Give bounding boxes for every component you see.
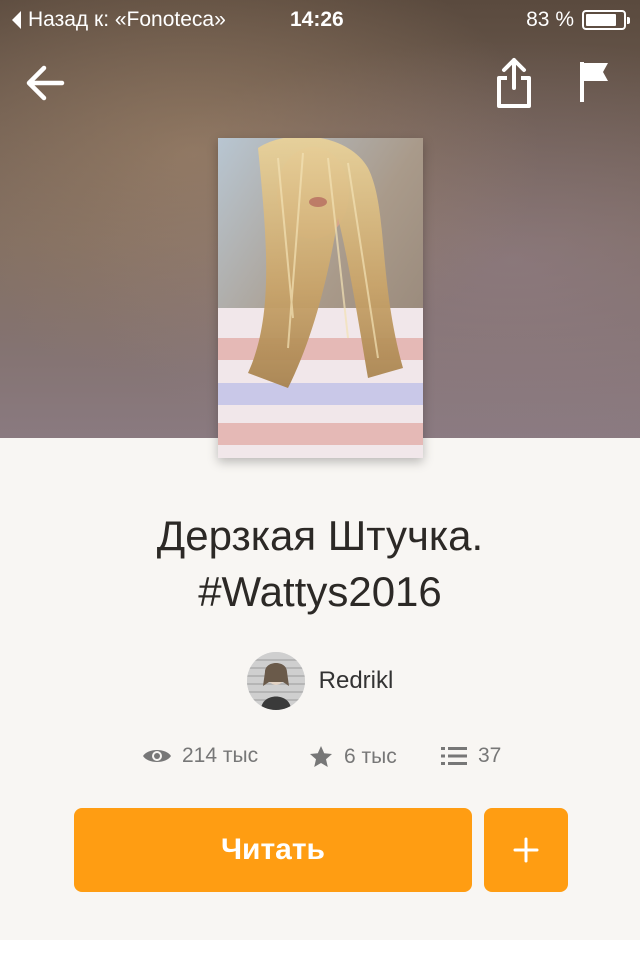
story-title-line-2: #Wattys2016	[198, 568, 442, 615]
battery-indicator: 83 %	[526, 8, 630, 32]
share-button[interactable]	[488, 54, 540, 112]
battery-icon	[582, 10, 630, 30]
status-back-link[interactable]: Назад к: «Fonoteca»	[10, 8, 226, 32]
report-button[interactable]	[570, 56, 618, 108]
avatar-image	[246, 652, 305, 710]
cover-photo	[218, 138, 423, 458]
story-title: Дерзкая Штучка. #Wattys2016	[0, 508, 640, 620]
back-button[interactable]	[20, 58, 70, 108]
share-icon	[497, 58, 531, 108]
plus-icon	[513, 837, 539, 863]
status-back-label: Назад к: «Fonoteca»	[28, 8, 226, 31]
read-button-label: Читать	[220, 833, 326, 866]
star-icon	[310, 746, 332, 767]
author-row[interactable]: Redrikl	[0, 652, 640, 710]
author-avatar[interactable]	[246, 652, 305, 710]
views-count: 214 тыс	[182, 744, 259, 767]
add-to-library-button[interactable]	[484, 808, 568, 892]
caret-left-icon	[12, 11, 21, 29]
story-title-line-1: Дерзкая Штучка.	[156, 512, 484, 559]
story-stats: 214 тыс 6 тыс 37	[0, 744, 640, 778]
read-button[interactable]: Читать	[74, 808, 472, 892]
flag-icon	[580, 62, 608, 102]
story-cover-image[interactable]	[218, 138, 423, 458]
status-time: 14:26	[290, 8, 344, 31]
votes-stat: 6 тыс	[308, 744, 397, 770]
battery-level-fill	[586, 14, 616, 26]
author-name[interactable]: Redrikl	[319, 667, 394, 695]
status-bar: Назад к: «Fonoteca» 14:26 83 %	[0, 0, 640, 40]
parts-count: 37	[478, 744, 502, 767]
views-stat: 214 тыс	[142, 744, 258, 768]
battery-percent: 83 %	[526, 8, 574, 31]
bottom-divider	[0, 940, 640, 960]
eye-icon	[143, 750, 171, 762]
parts-stat: 37	[440, 744, 501, 768]
list-icon	[441, 747, 467, 765]
arrow-left-icon	[26, 65, 65, 101]
votes-count: 6 тыс	[344, 745, 397, 768]
